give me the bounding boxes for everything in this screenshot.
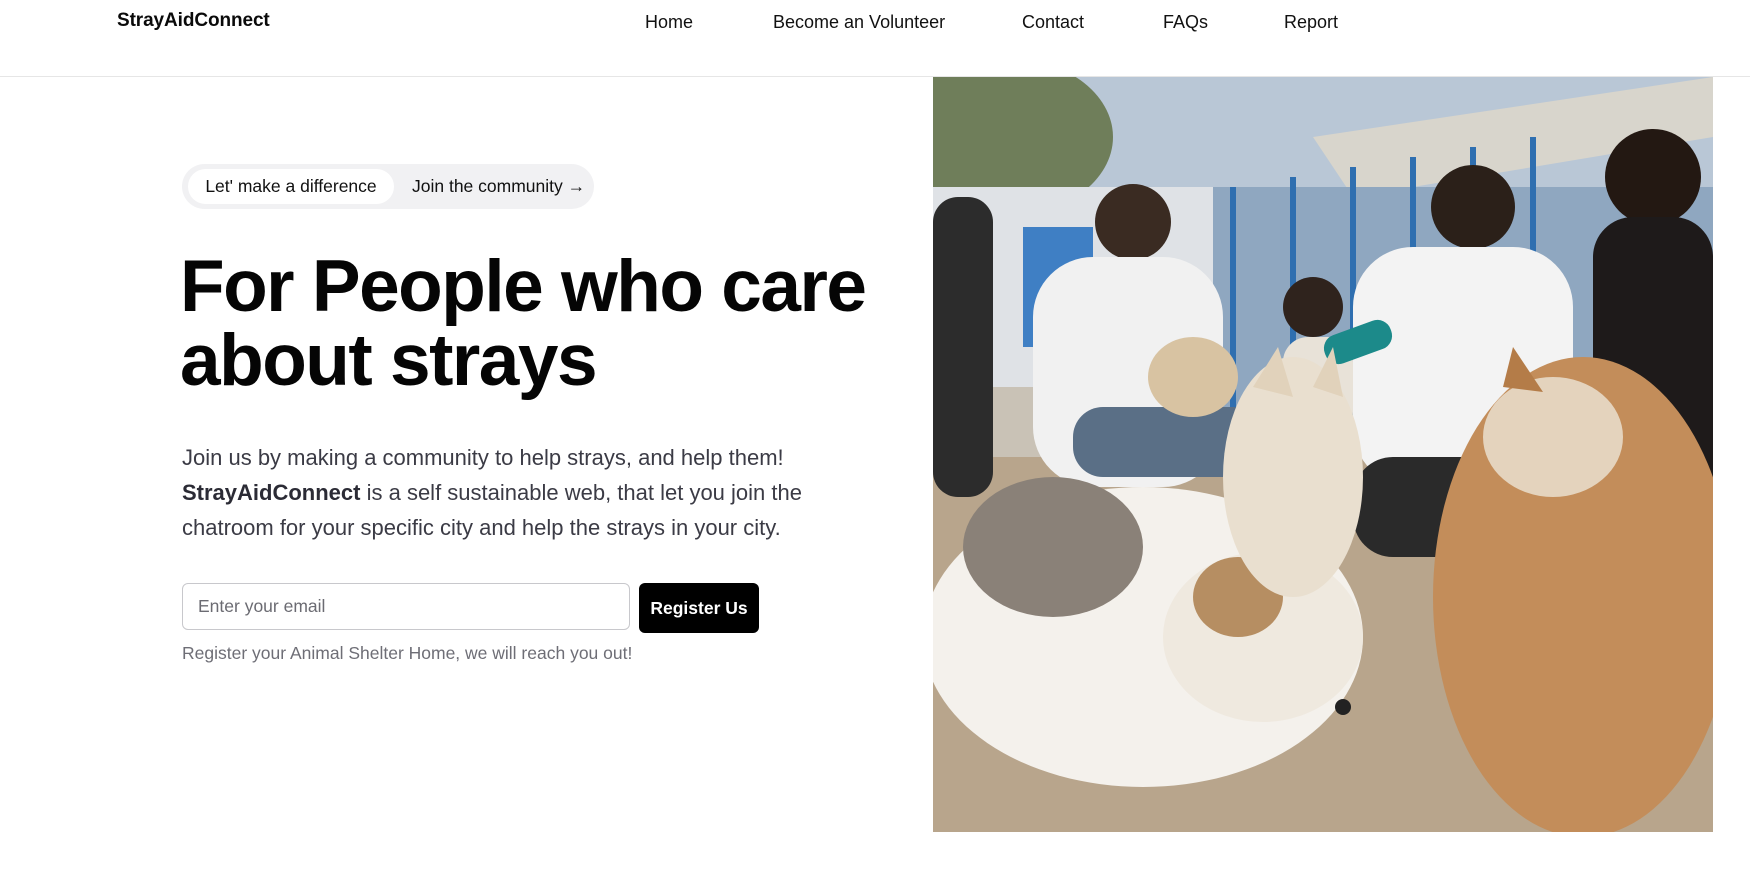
headline-line-1: For People who care	[180, 246, 867, 327]
hero-photo	[933, 77, 1713, 832]
hero-headline: For People who care about strays	[180, 250, 900, 398]
register-button[interactable]: Register Us	[639, 583, 759, 633]
site-header: StrayAidConnect Home Become an Volunteer…	[0, 0, 1750, 77]
hero-description: Join us by making a community to help st…	[182, 440, 842, 545]
nav-contact[interactable]: Contact	[1022, 12, 1084, 33]
headline-line-2: about strays	[180, 320, 598, 401]
nav-home[interactable]: Home	[645, 12, 693, 33]
email-input[interactable]	[182, 583, 630, 630]
nav-report[interactable]: Report	[1284, 12, 1338, 33]
description-line-1: Join us by making a community to help st…	[182, 445, 784, 470]
nav-become-volunteer[interactable]: Become an Volunteer	[773, 12, 945, 33]
announcement-pill: Let' make a difference Join the communit…	[182, 164, 594, 209]
description-brand: StrayAidConnect	[182, 480, 361, 505]
pill-badge: Let' make a difference	[188, 169, 394, 204]
register-helper-text: Register your Animal Shelter Home, we wi…	[182, 643, 633, 663]
nav-faqs[interactable]: FAQs	[1163, 12, 1208, 33]
join-community-link[interactable]: Join the community →	[412, 164, 585, 209]
main-nav: Home Become an Volunteer Contact FAQs Re…	[0, 12, 1750, 36]
photo-volunteers-with-dogs	[933, 77, 1713, 832]
